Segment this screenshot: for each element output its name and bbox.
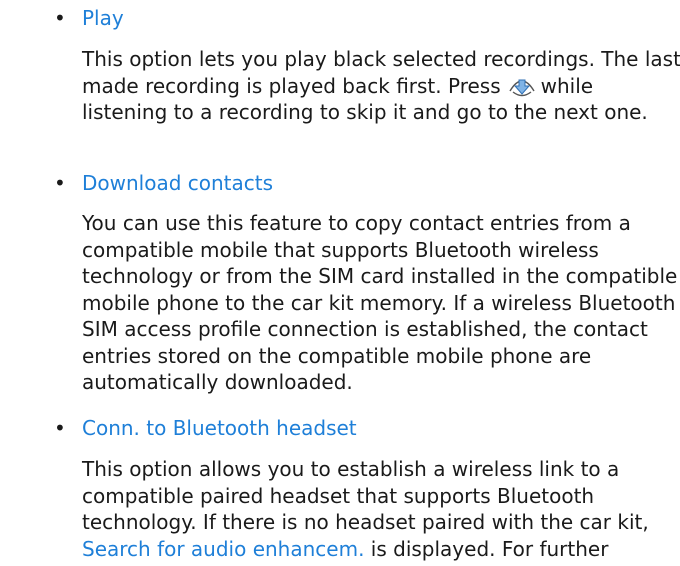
- text-line: SIM access profile connection is establi…: [82, 317, 648, 341]
- text-line: You can use this feature to copy contact…: [82, 211, 631, 235]
- text-fragment: is displayed. For further: [370, 536, 609, 561]
- item-description-play: This option lets you play black selected…: [82, 46, 680, 126]
- item-title-play: Play: [82, 6, 124, 30]
- text-line: technology or from the SIM card installe…: [82, 264, 678, 288]
- text-line: compatible mobile that supports Bluetoot…: [82, 237, 599, 262]
- bullet: •: [54, 6, 66, 30]
- bullet: •: [54, 416, 66, 440]
- item-title-conn-bluetooth-headset: Conn. to Bluetooth headset: [82, 416, 357, 440]
- menu-reference-search-audio-enhancem: Search for audio enhancem.: [82, 536, 365, 561]
- text-line: entries stored on the compatible mobile …: [82, 343, 592, 368]
- text-fragment: while: [540, 73, 594, 98]
- text-line: made recording is played back first. Pre…: [82, 73, 672, 100]
- text-fragment: made recording is played back first. Pre…: [82, 73, 501, 98]
- item-title-download-contacts: Download contacts: [82, 171, 274, 195]
- text-line: This option lets you play black selected…: [82, 47, 680, 71]
- navigation-key-down-icon: [507, 75, 537, 97]
- item-description-download-contacts: You can use this feature to copy contact…: [82, 210, 678, 396]
- text-line: automatically downloaded.: [82, 370, 353, 394]
- text-line: mobile phone to the car kit memory. If a…: [82, 290, 676, 315]
- item-description-conn-bluetooth-headset: This option allows you to establish a wi…: [82, 456, 672, 562]
- text-line: This option allows you to establish a wi…: [82, 457, 620, 481]
- text-line: Search for audio enhancem. is displayed.…: [82, 536, 672, 563]
- text-line: listening to a recording to skip it and …: [82, 100, 648, 124]
- text-line: technology. If there is no headset paire…: [82, 510, 649, 534]
- text-line: compatible paired headset that supports …: [82, 483, 595, 508]
- bullet: •: [54, 171, 66, 195]
